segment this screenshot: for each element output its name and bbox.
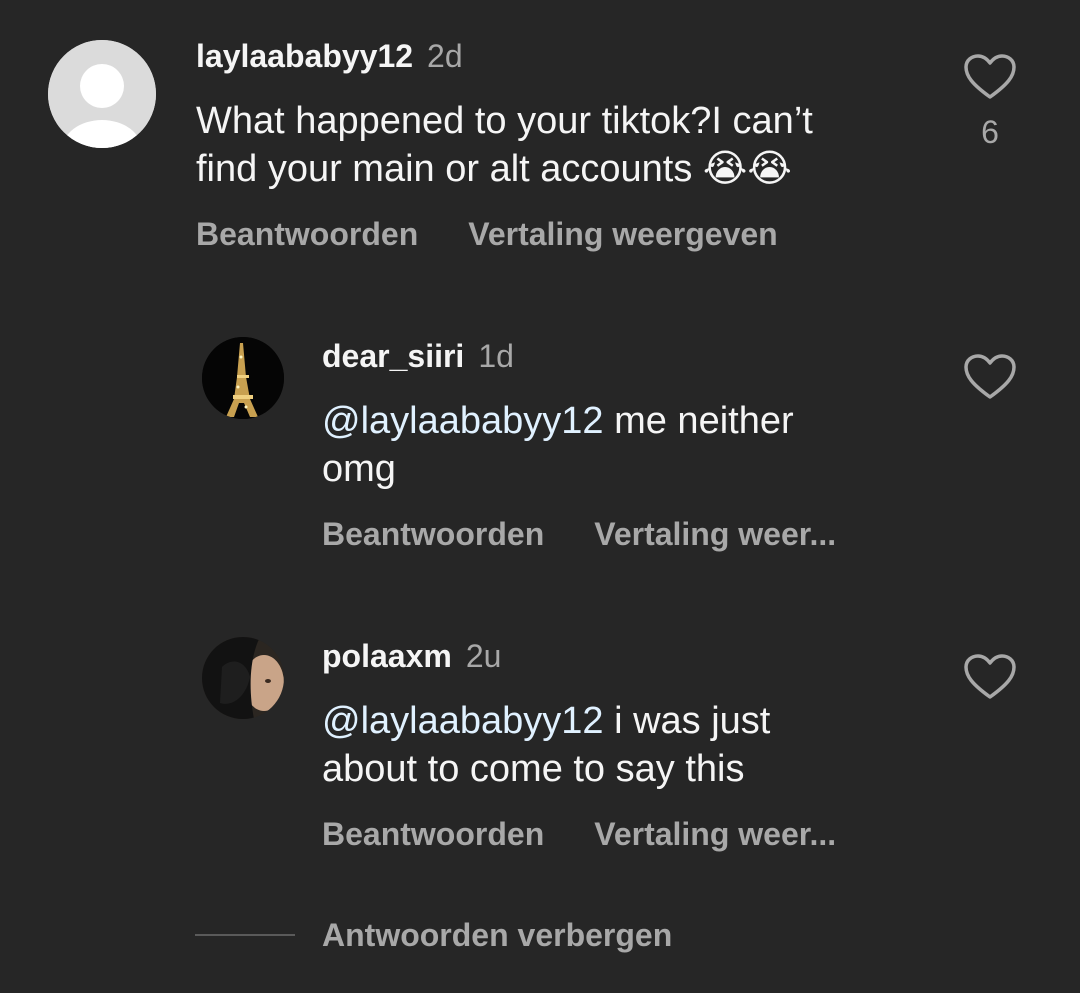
reply-button[interactable]: Beantwoorden [196, 216, 418, 253]
reply-text-line2: about to come to say this [322, 748, 745, 790]
reply-button[interactable]: Beantwoorden [322, 516, 544, 553]
reply-text-line2: omg [322, 448, 396, 490]
reply-actions: Beantwoorden Vertaling weer... [322, 816, 836, 853]
comment-text-line1: What happened to your tiktok?I can’t [196, 100, 813, 142]
reply-avatar-polaaxm[interactable] [202, 637, 284, 719]
mention-link[interactable]: @laylaababyy12 [322, 700, 604, 742]
reply-avatar-dear-siiri[interactable] [202, 337, 284, 419]
reply-text-line1: @laylaababyy12 me neither [322, 397, 794, 445]
reply-time: 1d [478, 338, 514, 374]
comment-actions: Beantwoorden Vertaling weergeven [196, 216, 778, 253]
default-avatar[interactable] [48, 40, 156, 148]
selfie-image [202, 637, 284, 719]
reply-text: @laylaababyy12 me neither omg [322, 397, 794, 493]
crying-emoji: 😭😭 [702, 148, 792, 190]
reply-button[interactable]: Beantwoorden [322, 816, 544, 853]
reply-header: polaaxm 2u [322, 638, 501, 675]
reply-text-part: me neither [603, 400, 794, 442]
hide-replies-button[interactable]: Antwoorden verbergen [322, 917, 672, 954]
like-button[interactable] [964, 54, 1016, 100]
translate-button[interactable]: Vertaling weer... [594, 516, 836, 553]
eiffel-tower-image [202, 337, 284, 419]
reply-header: dear_siiri 1d [322, 338, 514, 375]
reply-time: 2u [465, 638, 502, 674]
mention-link[interactable]: @laylaababyy12 [322, 400, 604, 442]
heart-outline-icon [964, 654, 1016, 699]
reply-actions: Beantwoorden Vertaling weer... [322, 516, 836, 553]
translate-button[interactable]: Vertaling weer... [594, 816, 836, 853]
reply-text-line1: @laylaababyy12 i was just [322, 697, 770, 745]
like-count: 6 [981, 114, 999, 150]
comment-time: 2d [427, 38, 463, 74]
comment-thread: laylaababyy12 2d What happened to your ti… [0, 0, 1080, 993]
comment-text-line2-wrap: find your main or alt accounts 😭😭 [196, 145, 813, 193]
reply-username[interactable]: dear_siiri [322, 338, 464, 374]
comment-text-line2: find your main or alt accounts [196, 148, 693, 190]
translate-button[interactable]: Vertaling weergeven [468, 216, 777, 253]
heart-outline-icon [964, 354, 1016, 399]
hide-replies-divider [195, 934, 295, 936]
comment-username[interactable]: laylaababyy12 [196, 38, 413, 74]
reply-text-part: i was just [603, 700, 771, 742]
comment-text: What happened to your tiktok?I can’t fin… [196, 97, 813, 193]
heart-outline-icon [964, 54, 1016, 99]
default-avatar-icon [48, 40, 156, 148]
like-button[interactable] [964, 654, 1016, 700]
reply-text: @laylaababyy12 i was just about to come … [322, 697, 770, 793]
reply-username[interactable]: polaaxm [322, 638, 452, 674]
comment-header: laylaababyy12 2d [196, 38, 463, 75]
like-button[interactable] [964, 354, 1016, 400]
